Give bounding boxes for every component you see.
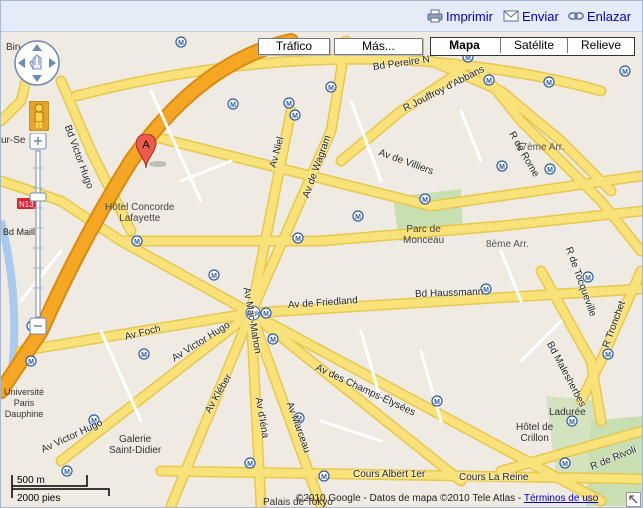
scale-imperial: 2000 pies bbox=[17, 493, 61, 504]
svg-text:M: M bbox=[434, 399, 440, 406]
street-label: Cours La Reine bbox=[459, 472, 529, 483]
map-canvas[interactable]: MMM MMM MMM MMM MMM MMM MMM MMM MMM MMM … bbox=[1, 32, 642, 507]
svg-text:M: M bbox=[134, 239, 140, 246]
svg-text:M: M bbox=[247, 461, 253, 468]
place-label-parc: Parc de Monceau bbox=[403, 224, 445, 246]
link-label: Enlazar bbox=[587, 9, 632, 24]
svg-text:M: M bbox=[270, 337, 276, 344]
print-label: Imprimir bbox=[446, 9, 493, 24]
place-label-hotel: Hôtel Concorde Lafayette bbox=[105, 202, 175, 224]
map-type-relief[interactable]: Relieve bbox=[567, 38, 634, 53]
pan-control[interactable] bbox=[13, 39, 61, 87]
svg-text:M: M bbox=[28, 359, 34, 366]
attribution-text: ©2010 Google - Datos de mapa ©2010 Tele … bbox=[296, 493, 524, 504]
chain-link-icon bbox=[568, 12, 584, 20]
zoom-slider-handle[interactable] bbox=[29, 192, 47, 202]
svg-text:M: M bbox=[483, 287, 489, 294]
svg-text:M: M bbox=[355, 214, 361, 221]
svg-text:M: M bbox=[569, 419, 575, 426]
svg-text:M: M bbox=[547, 167, 553, 174]
svg-text:M: M bbox=[328, 85, 334, 92]
scale-metric: 500 m bbox=[17, 475, 45, 486]
svg-text:M: M bbox=[605, 352, 611, 359]
more-button[interactable]: Más... bbox=[334, 38, 423, 55]
terms-of-use-link[interactable]: Términos de uso bbox=[524, 493, 598, 504]
place-label-neuilly: ur-Se bbox=[1, 135, 26, 146]
svg-text:M: M bbox=[499, 164, 505, 171]
printer-icon bbox=[427, 9, 443, 23]
svg-text:M: M bbox=[465, 55, 471, 62]
overview-map-toggle[interactable] bbox=[626, 492, 641, 507]
svg-text:M: M bbox=[486, 78, 492, 85]
svg-text:M: M bbox=[295, 236, 301, 243]
envelope-icon bbox=[503, 10, 519, 22]
svg-text:M: M bbox=[622, 69, 628, 76]
map-attribution: ©2010 Google - Datos de mapa ©2010 Tele … bbox=[296, 493, 598, 504]
map-marker-a[interactable]: A bbox=[136, 134, 166, 170]
place-label-galerie: Galerie Saint-Didier bbox=[109, 434, 162, 456]
svg-text:M: M bbox=[321, 474, 327, 481]
map-window: Imprimir Enviar Enlazar M M M M M M M M … bbox=[0, 0, 643, 508]
traffic-button[interactable]: Tráfico bbox=[258, 38, 330, 55]
street-label: Cours Albert 1er bbox=[353, 469, 426, 480]
zoom-control[interactable] bbox=[28, 133, 50, 338]
place-label-laduree: Ladurée bbox=[549, 407, 586, 418]
map-type-satellite[interactable]: Satélite bbox=[500, 38, 567, 53]
svg-text:M: M bbox=[211, 273, 217, 280]
place-label-crillon: Hôtel de Crillon bbox=[516, 422, 554, 444]
zoom-track[interactable] bbox=[35, 150, 41, 318]
svg-text:M: M bbox=[422, 197, 428, 204]
svg-text:M: M bbox=[292, 113, 298, 120]
place-label-arr8: 8ème Arr. bbox=[486, 239, 529, 250]
svg-text:M: M bbox=[141, 352, 147, 359]
send-label: Enviar bbox=[522, 9, 559, 24]
svg-text:M: M bbox=[286, 101, 292, 108]
pegman-icon[interactable] bbox=[29, 101, 49, 131]
svg-text:M: M bbox=[230, 102, 236, 109]
map-toolbar: Imprimir Enviar Enlazar bbox=[1, 1, 642, 32]
place-label-universite: Université Paris Dauphine bbox=[4, 387, 45, 419]
arrow-icon bbox=[629, 495, 638, 504]
place-label-arr17: 17ème Arr. bbox=[516, 142, 565, 153]
svg-text:M: M bbox=[562, 461, 568, 468]
svg-text:M: M bbox=[546, 80, 552, 87]
svg-text:M: M bbox=[263, 311, 269, 318]
map-type-mapa[interactable]: Mapa bbox=[431, 38, 498, 53]
svg-text:M: M bbox=[178, 40, 184, 47]
marker-label: A bbox=[142, 139, 150, 151]
